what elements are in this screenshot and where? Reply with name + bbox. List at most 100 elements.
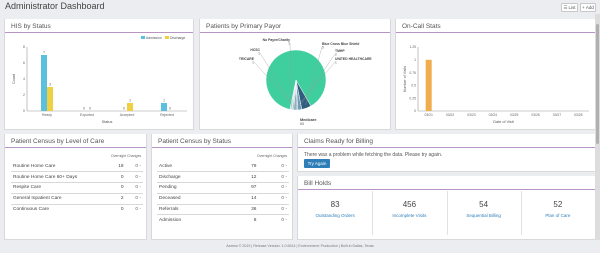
hold-incomplete-visits[interactable]: 456 Incomplete Visits — [372, 187, 446, 239]
y-axis-label: Number of Visits — [403, 66, 407, 92]
census-status-panel: Patient Census by Status Overnight Chang… — [151, 134, 293, 240]
table-row[interactable]: Routine Home Care 60+ Days 0 0 - — [11, 171, 143, 184]
y-tick-label: 2 — [23, 93, 25, 97]
row-label: Continuous Care — [13, 207, 49, 213]
x-tick-label: 03/21 — [424, 113, 433, 117]
y-tick-label: 8 — [23, 45, 25, 49]
table-row[interactable]: Discharge 12 0 - — [157, 171, 289, 184]
row-label: Active — [157, 161, 227, 173]
list-button[interactable]: ☰ List — [561, 3, 578, 12]
pie-label-value: 1 — [258, 52, 260, 56]
table-row[interactable]: Active 79 0 - — [157, 161, 289, 173]
pie-label-name: UNITED HEALTHCARE — [335, 57, 372, 61]
x-tick-label: Exported — [80, 113, 94, 117]
y-tick-label: 0 — [23, 109, 25, 113]
x-tick-label: 03/22 — [446, 113, 455, 117]
bar-admission — [41, 55, 47, 111]
row-overnight-change: 0 - — [261, 182, 289, 194]
table-row[interactable]: Admission 8 0 - — [157, 215, 289, 226]
footer: Axxess © 2019 | Release Version: 1.0.651… — [226, 244, 374, 248]
panel-title: Patient Census by Status — [152, 134, 292, 148]
hold-count: 54 — [479, 200, 489, 209]
hold-plan-of-care[interactable]: 52 Plan of Care — [521, 187, 595, 239]
header-bar: Administrator Dashboard ☰ List + Add — [0, 0, 600, 14]
row-label: Respite Care — [11, 182, 111, 194]
overnight-header: Overnight Changes — [257, 154, 288, 158]
bar-discharge — [127, 103, 133, 111]
panel-title: HIS by Status — [5, 19, 193, 33]
bar-value-label: 0 — [123, 107, 125, 111]
row-count: 8 — [253, 218, 257, 224]
hold-label: Plan of Care — [545, 213, 571, 218]
bar-value-label: 0 — [83, 107, 85, 111]
y-axis-label: Count — [12, 73, 16, 84]
row-label: General Inpatient Care — [11, 193, 111, 205]
row-label: Referrals — [157, 204, 227, 216]
row-overnight-change: 0 - — [281, 218, 287, 224]
y-tick-label: 0.75 — [409, 71, 416, 75]
x-tick-label: 03/23 — [467, 113, 476, 117]
plus-icon: + — [582, 5, 585, 10]
x-tick-label: Ready — [42, 113, 52, 117]
legend-label: Admission — [146, 36, 162, 40]
x-tick-label: Accepted — [120, 113, 135, 117]
table-row[interactable]: Continuous Care 0 0 - — [11, 204, 143, 215]
pie-label-value: 2 — [335, 53, 337, 57]
y-tick-label: 0 — [414, 109, 416, 113]
row-overnight-change: 0 - — [261, 171, 289, 184]
hold-count: 456 — [402, 200, 417, 209]
pie-label-name: Blue Cross Blue Shield — [322, 42, 359, 46]
row-count: 0 — [120, 207, 124, 213]
hold-sequential-billing[interactable]: 54 Sequential Billing — [447, 187, 521, 239]
table-row[interactable]: Deceased 14 0 - — [157, 193, 289, 205]
hold-outstanding-orders[interactable]: 83 Outstanding Orders — [298, 187, 372, 239]
add-button[interactable]: + Add — [580, 3, 596, 12]
bar-value-label: 3 — [49, 83, 51, 87]
row-overnight-change: 0 - — [128, 171, 143, 184]
hold-count: 52 — [553, 200, 563, 209]
overnight-header: Overnight Changes — [111, 154, 142, 158]
row-overnight-change: 0 - — [128, 193, 143, 205]
pie-label-value: 1 — [335, 61, 337, 65]
row-count: 36 — [226, 204, 262, 216]
table-row[interactable]: Routine Home Care 18 0 - — [11, 161, 143, 173]
page-scrollbar[interactable] — [595, 14, 600, 240]
his-status-chart: 02468Ready73Exported0 0Accepted01Rejected… — [12, 36, 187, 124]
bar-value-label: 1 — [163, 99, 165, 103]
legend-label: Discharge — [170, 36, 185, 40]
scrollbar-thumb[interactable] — [596, 24, 599, 144]
y-tick-label: 0.25 — [409, 96, 416, 100]
bill-holds-panel: Bill Holds 83 Outstanding Orders 456 Inc… — [297, 176, 596, 240]
bar-value-label: 7 — [43, 51, 45, 55]
panel-title: Claims Ready for Billing — [298, 134, 595, 148]
hold-count: 83 — [330, 200, 340, 209]
x-axis-label: Date of Visit — [493, 120, 514, 124]
bill-holds-row: 83 Outstanding Orders 456 Incomplete Vis… — [298, 187, 595, 239]
row-count: 18 — [110, 161, 129, 173]
oncall-panel: On-Call Stats 0 0.25 0.5 0.75 1 1.25 03/21 03/2… — [395, 19, 596, 130]
add-button-label: Add — [585, 5, 594, 10]
pie-label-value: 5 — [322, 46, 324, 50]
payor-pie-chart: Medicare85Blue Cross Blue Shield5TMHP2UN… — [239, 38, 372, 126]
panel-title: On-Call Stats — [396, 19, 595, 33]
table-row[interactable]: Referrals 36 0 - — [157, 204, 289, 216]
census-status-table: Active 79 0 - Discharge 12 0 - Pending 97 0 - Dec… — [157, 161, 289, 226]
census-loc-table: Routine Home Care 18 0 - Routine Home Care … — [11, 161, 143, 215]
try-again-button[interactable]: Try Again — [304, 159, 330, 168]
row-overnight-change: 0 - — [128, 182, 143, 194]
table-row[interactable]: General Inpatient Care 2 0 - — [11, 193, 143, 205]
bar-value-label: 0 — [169, 107, 171, 111]
oncall-chart: 0 0.25 0.5 0.75 1 1.25 03/21 03/22 03/23 03/24 03/… — [403, 45, 589, 124]
row-label: Routine Home Care 60+ Days — [11, 171, 111, 184]
x-tick-label: 03/28 — [574, 113, 583, 117]
table-row[interactable]: Pending 97 0 - — [157, 182, 289, 194]
row-count: 0 — [110, 182, 129, 194]
row-count: 12 — [226, 171, 262, 184]
x-axis-label: Status — [102, 120, 113, 124]
table-row[interactable]: Respite Care 0 0 - — [11, 182, 143, 194]
billing-panel: Claims Ready for Billing There was a pro… — [297, 134, 596, 172]
x-tick-label: Rejected — [160, 113, 174, 117]
payor-panel: Patients by Primary Payor Medicare 85 Blue… — [199, 19, 391, 130]
row-label: Discharge — [157, 171, 227, 184]
bar-value-label: 1 — [129, 99, 131, 103]
